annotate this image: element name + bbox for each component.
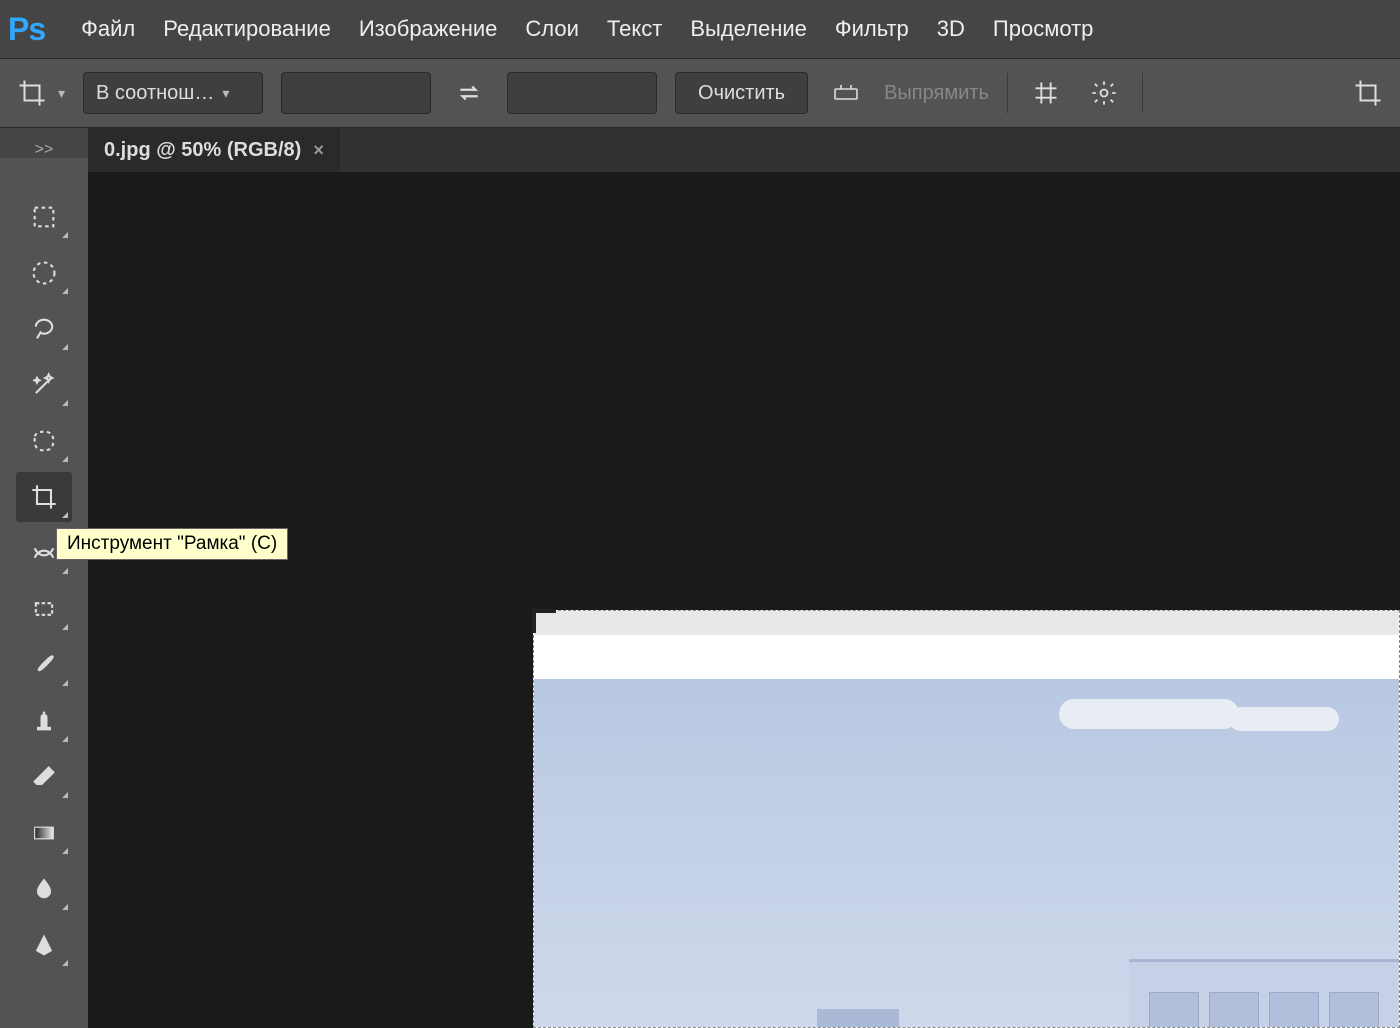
menu-bar: Ps Файл Редактирование Изображение Слои … [0,0,1400,58]
crop-handle-top-left[interactable] [532,609,556,633]
crop-ratio-label: В соотнош… [96,82,214,105]
document-tab-bar: 0.jpg @ 50% (RGB/8) × [0,128,1400,172]
straighten-icon[interactable] [826,73,866,113]
menu-layers[interactable]: Слои [525,16,579,42]
pen-tool[interactable] [16,920,72,970]
canvas-content [534,611,1399,635]
canvas-content [534,635,1399,679]
canvas-content [1149,992,1199,1028]
magic-wand-tool[interactable] [16,360,72,410]
straighten-label[interactable]: Выпрямить [884,82,989,105]
gear-icon[interactable] [1084,73,1124,113]
menu-select[interactable]: Выделение [690,16,807,42]
menu-edit[interactable]: Редактирование [163,16,331,42]
flyout-triangle-icon [62,568,68,574]
flyout-triangle-icon [62,456,68,462]
flyout-triangle-icon [62,792,68,798]
crop-icon [12,73,52,113]
crop-width-input[interactable] [281,72,431,114]
elliptical-marquee-tool[interactable] [16,248,72,298]
flyout-triangle-icon [62,288,68,294]
swap-dimensions-button[interactable] [449,73,489,113]
brush-tool[interactable] [16,640,72,690]
clone-stamp-tool[interactable] [16,696,72,746]
canvas-content [1059,699,1239,729]
canvas-content [1329,992,1379,1028]
flyout-triangle-icon [62,512,68,518]
current-tool-indicator[interactable]: ▾ [12,73,65,113]
separator [1007,73,1008,113]
document-tab-title: 0.jpg @ 50% (RGB/8) [104,139,301,162]
blur-tool[interactable] [16,864,72,914]
menu-view[interactable]: Просмотр [993,16,1093,42]
object-selection-tool[interactable] [16,416,72,466]
flyout-triangle-icon [62,848,68,854]
canvas-content [1129,959,1399,1028]
tool-tooltip: Инструмент "Рамка" (C) [56,528,288,560]
flyout-triangle-icon [62,904,68,910]
artboard-tool[interactable] [16,584,72,634]
flyout-triangle-icon [62,344,68,350]
menu-file[interactable]: Файл [81,16,135,42]
canvas-content [1229,707,1339,731]
flyout-triangle-icon [62,232,68,238]
canvas-content [534,679,1399,1028]
rectangular-marquee-tool[interactable] [16,192,72,242]
gradient-tool[interactable] [16,808,72,858]
document-tab[interactable]: 0.jpg @ 50% (RGB/8) × [88,128,340,172]
app-logo: Ps [8,11,45,48]
separator [1142,73,1143,113]
tool-palette [0,172,88,1028]
tooltip-text: Инструмент "Рамка" (C) [67,533,277,554]
chevron-down-icon: ▾ [222,85,229,102]
menu-image[interactable]: Изображение [359,16,498,42]
crop-ratio-dropdown[interactable]: В соотнош… ▾ [83,72,263,114]
flyout-triangle-icon [62,736,68,742]
close-icon[interactable]: × [313,140,324,161]
flyout-triangle-icon [62,960,68,966]
menu-3d[interactable]: 3D [937,16,965,42]
clear-button[interactable]: Очистить [675,72,808,114]
collapse-glyph: >> [35,141,54,159]
options-bar: ▾ В соотнош… ▾ Очистить Выпрямить [0,58,1400,128]
crop-tool[interactable] [16,472,72,522]
menu-text[interactable]: Текст [607,16,662,42]
chevron-down-icon: ▾ [58,85,65,102]
flyout-triangle-icon [62,400,68,406]
eraser-tool[interactable] [16,752,72,802]
document-canvas[interactable] [533,610,1400,1028]
flyout-triangle-icon [62,624,68,630]
content-aware-crop-icon[interactable] [1348,73,1388,113]
canvas-content [1209,992,1259,1028]
canvas-area[interactable] [88,172,1400,1028]
canvas-content [1269,992,1319,1028]
menu-filter[interactable]: Фильтр [835,16,909,42]
canvas-content [817,1009,899,1028]
lasso-tool[interactable] [16,304,72,354]
crop-height-input[interactable] [507,72,657,114]
flyout-triangle-icon [62,680,68,686]
grid-overlay-icon[interactable] [1026,73,1066,113]
ruler-corner [0,158,88,172]
